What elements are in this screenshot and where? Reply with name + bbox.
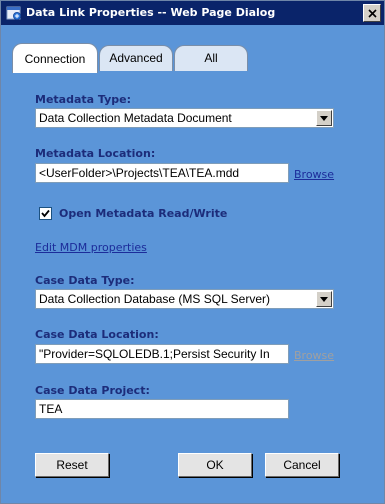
tab-all[interactable]: All	[174, 45, 248, 71]
case-data-project-input[interactable]: TEA	[35, 399, 289, 419]
close-button[interactable]	[363, 4, 381, 22]
dialog-window: Data Link Properties -- Web Page Dialog …	[0, 0, 385, 504]
cancel-button[interactable]: Cancel	[265, 453, 339, 477]
metadata-location-label: Metadata Location:	[35, 147, 156, 160]
case-data-location-label: Case Data Location:	[35, 328, 159, 341]
metadata-location-input[interactable]: <UserFolder>\Projects\TEA\TEA.mdd	[35, 163, 289, 183]
tab-strip: Connection Advanced All	[1, 43, 384, 73]
chevron-down-icon	[320, 297, 328, 302]
open-rw-label: Open Metadata Read/Write	[59, 207, 228, 220]
edit-mdm-properties-link[interactable]: Edit MDM properties	[35, 241, 147, 254]
metadata-type-dropdown-button[interactable]	[316, 110, 332, 126]
case-data-type-label: Case Data Type:	[35, 274, 135, 287]
metadata-browse-link[interactable]: Browse	[294, 168, 334, 181]
tab-connection[interactable]: Connection	[12, 43, 98, 73]
tab-advanced[interactable]: Advanced	[99, 45, 173, 71]
case-data-type-value: Data Collection Database (MS SQL Server)	[39, 292, 270, 306]
dialog-client: Connection Advanced All Metadata Type: D…	[1, 25, 384, 503]
metadata-type-value: Data Collection Metadata Document	[39, 111, 232, 125]
case-data-type-dropdown-button[interactable]	[316, 291, 332, 307]
case-data-project-label: Case Data Project:	[35, 384, 150, 397]
ok-button[interactable]: OK	[178, 453, 252, 477]
check-icon	[41, 209, 50, 218]
case-data-browse-link: Browse	[294, 349, 335, 362]
metadata-type-label: Metadata Type:	[35, 93, 131, 106]
case-data-location-input[interactable]: "Provider=SQLOLEDB.1;Persist Security In	[35, 344, 289, 364]
reset-button[interactable]: Reset	[35, 453, 109, 477]
title-bar[interactable]: Data Link Properties -- Web Page Dialog	[1, 1, 384, 25]
metadata-type-select[interactable]: Data Collection Metadata Document	[35, 108, 334, 128]
chevron-down-icon	[320, 116, 328, 121]
dialog-app-icon	[6, 5, 22, 21]
close-icon	[368, 9, 377, 18]
open-rw-checkbox[interactable]	[39, 207, 52, 220]
case-data-type-select[interactable]: Data Collection Database (MS SQL Server)	[35, 289, 334, 309]
window-title: Data Link Properties -- Web Page Dialog	[26, 6, 276, 19]
